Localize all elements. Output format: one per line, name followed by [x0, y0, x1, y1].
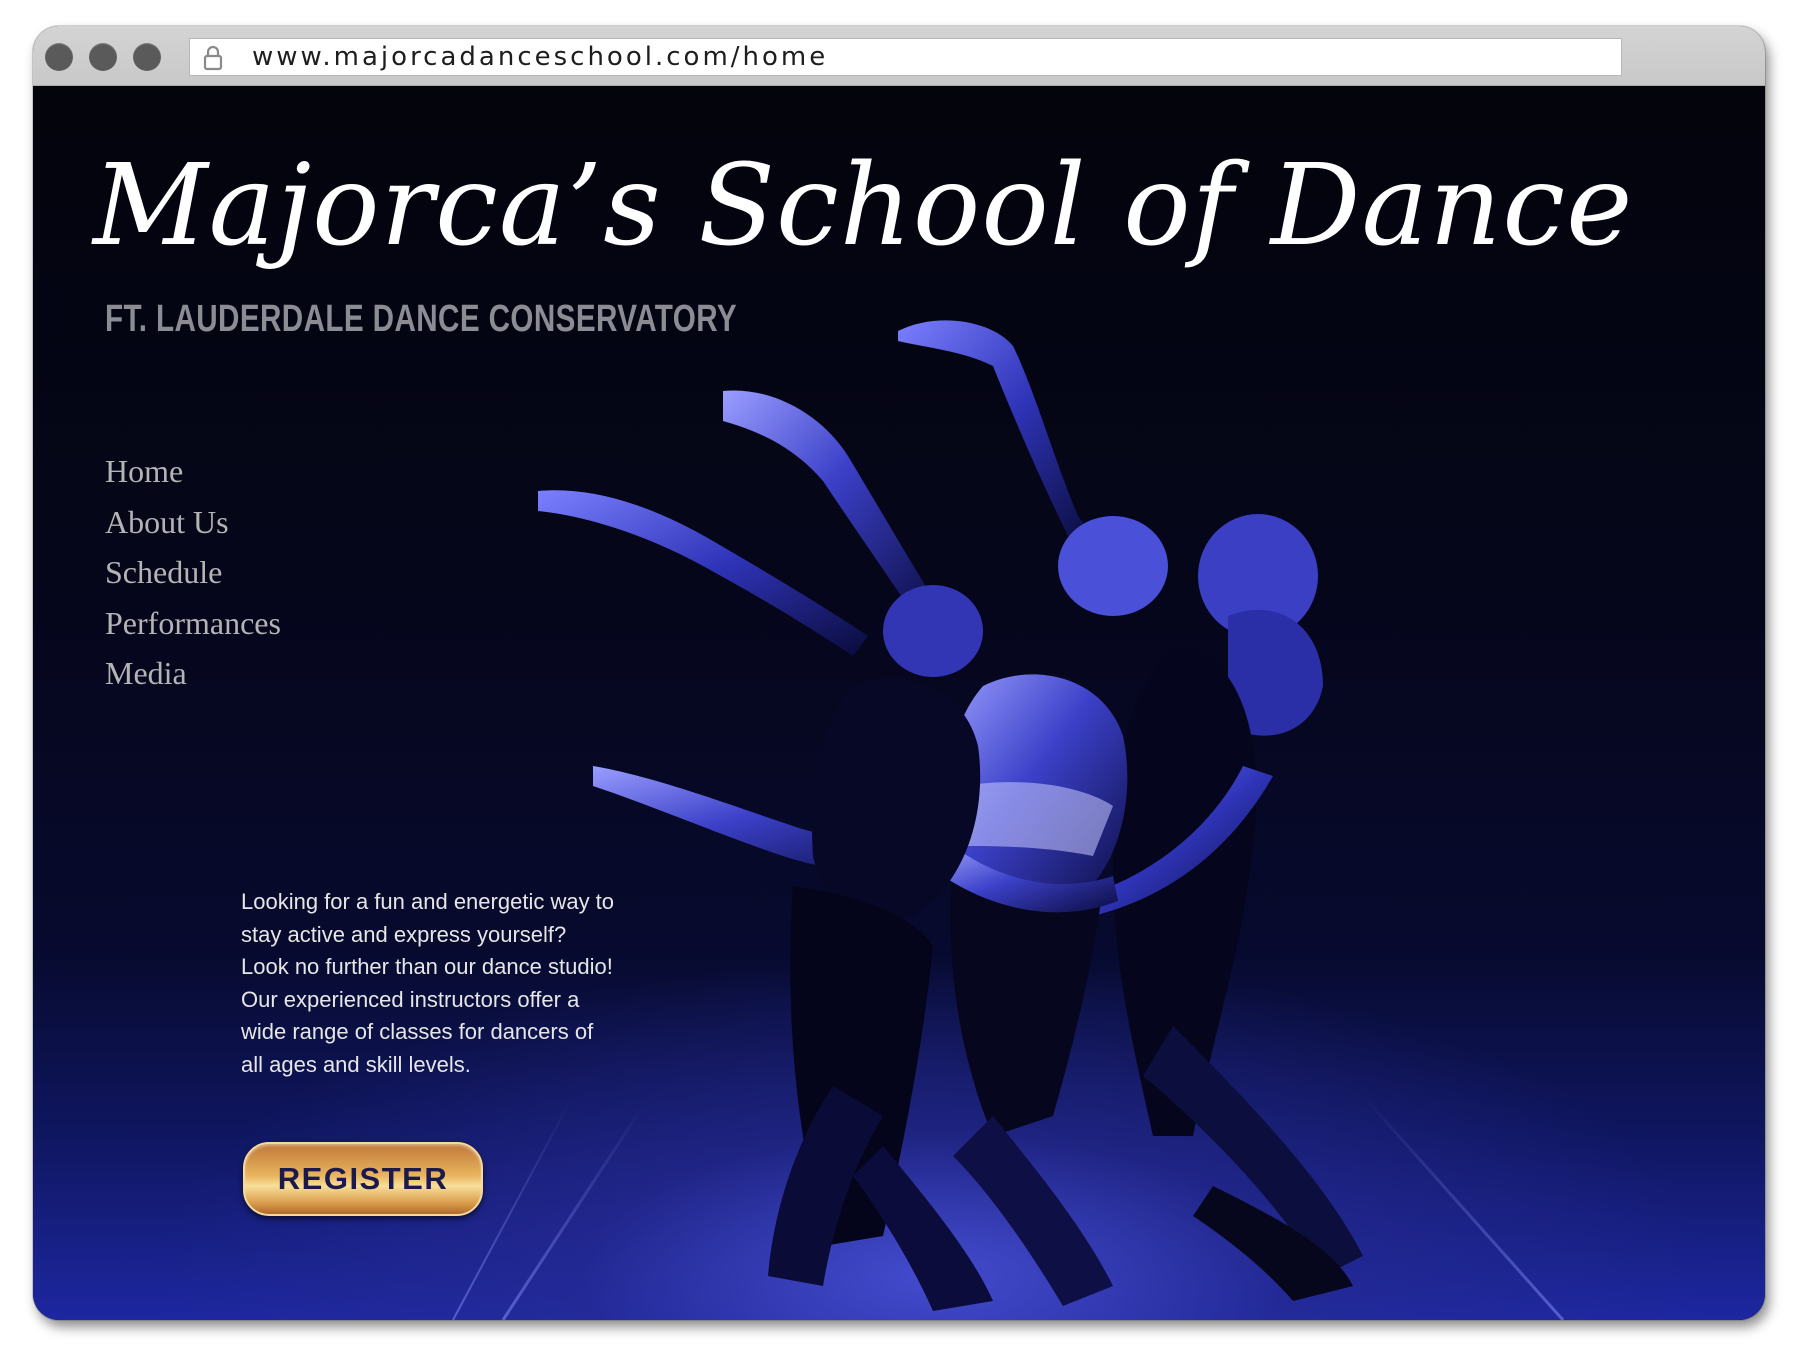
nav-item-about-us[interactable]: About Us: [105, 497, 281, 548]
nav-item-schedule[interactable]: Schedule: [105, 547, 281, 598]
window-minimize-button[interactable]: [89, 43, 117, 71]
browser-window: www.majorcadanceschool.com/home Majorca’…: [33, 26, 1765, 1320]
intro-line: Look no further than our dance studio!: [241, 954, 613, 979]
intro-text: Looking for a fun and energetic way to s…: [241, 886, 681, 1081]
register-button[interactable]: REGISTER: [243, 1142, 483, 1216]
address-bar[interactable]: www.majorcadanceschool.com/home: [189, 38, 1622, 76]
lock-icon: [203, 45, 223, 71]
intro-line: stay active and express yourself?: [241, 921, 567, 947]
nav-item-media[interactable]: Media: [105, 648, 281, 699]
url-text[interactable]: www.majorcadanceschool.com/home: [252, 39, 828, 75]
nav-item-home[interactable]: Home: [105, 446, 281, 497]
intro-line: Our experienced instructors offer a: [241, 986, 580, 1012]
window-maximize-button[interactable]: [133, 43, 161, 71]
intro-line: wide range of classes for dancers of: [241, 1019, 594, 1044]
browser-titlebar: www.majorcadanceschool.com/home: [33, 26, 1765, 86]
site-title: Majorca’s School of Dance: [93, 141, 1634, 271]
intro-line: Looking for a fun and energetic way to: [241, 889, 615, 914]
site-subtitle: FT. LAUDERDALE DANCE CONSERVATORY: [105, 298, 738, 340]
intro-line: all ages and skill levels.: [241, 1051, 471, 1077]
main-nav: Home About Us Schedule Performances Medi…: [105, 446, 281, 699]
window-close-button[interactable]: [45, 43, 73, 71]
page-viewport: Majorca’s School of Dance FT. LAUDERDALE…: [33, 86, 1765, 1320]
nav-item-performances[interactable]: Performances: [105, 598, 281, 649]
